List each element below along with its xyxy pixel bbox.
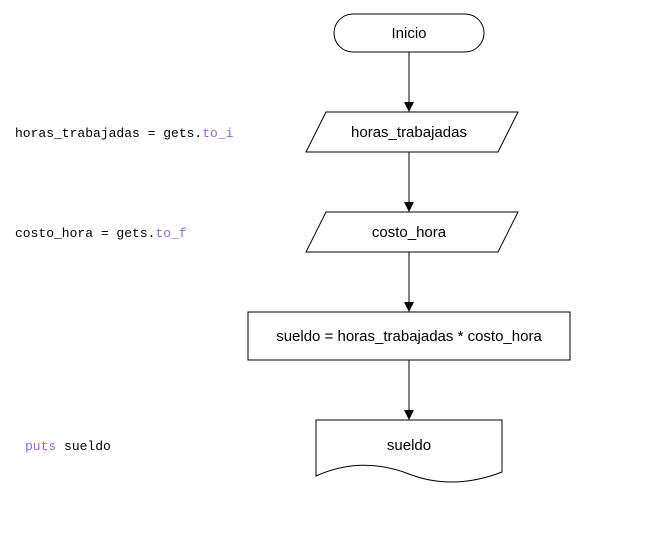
code-annotation-1-plain: horas_trabajadas = gets. bbox=[15, 126, 202, 141]
flowchart-input2-label: costo_hora bbox=[372, 224, 447, 241]
code-annotation-3-plain: sueldo bbox=[56, 439, 111, 454]
code-annotation-2-plain: costo_hora = gets. bbox=[15, 226, 155, 241]
flowchart-arrow-1 bbox=[404, 52, 414, 112]
code-annotation-3: puts sueldo bbox=[25, 439, 111, 454]
code-annotation-3-accent: puts bbox=[25, 439, 56, 454]
flowchart-input1-node: horas_trabajadas bbox=[306, 112, 518, 152]
flowchart-arrow-3 bbox=[404, 252, 414, 312]
code-annotation-2: costo_hora = gets.to_f bbox=[15, 226, 187, 241]
code-annotation-1-accent: to_i bbox=[202, 126, 233, 141]
flowchart-output-label: sueldo bbox=[387, 437, 431, 454]
code-annotation-2-accent: to_f bbox=[155, 226, 186, 241]
flowchart-input1-label: horas_trabajadas bbox=[351, 124, 467, 141]
flowchart-start-label: Inicio bbox=[391, 25, 426, 42]
flowchart-arrow-4 bbox=[404, 360, 414, 420]
flowchart-diagram: Inicio horas_trabajadas horas_trabajadas… bbox=[0, 0, 649, 533]
flowchart-input2-node: costo_hora bbox=[306, 212, 518, 252]
flowchart-start-node: Inicio bbox=[334, 14, 484, 52]
flowchart-process-node: sueldo = horas_trabajadas * costo_hora bbox=[248, 312, 570, 360]
code-annotation-1: horas_trabajadas = gets.to_i bbox=[15, 126, 234, 141]
flowchart-output-node: sueldo bbox=[316, 420, 502, 482]
flowchart-arrow-2 bbox=[404, 152, 414, 212]
flowchart-process-label: sueldo = horas_trabajadas * costo_hora bbox=[276, 328, 542, 345]
